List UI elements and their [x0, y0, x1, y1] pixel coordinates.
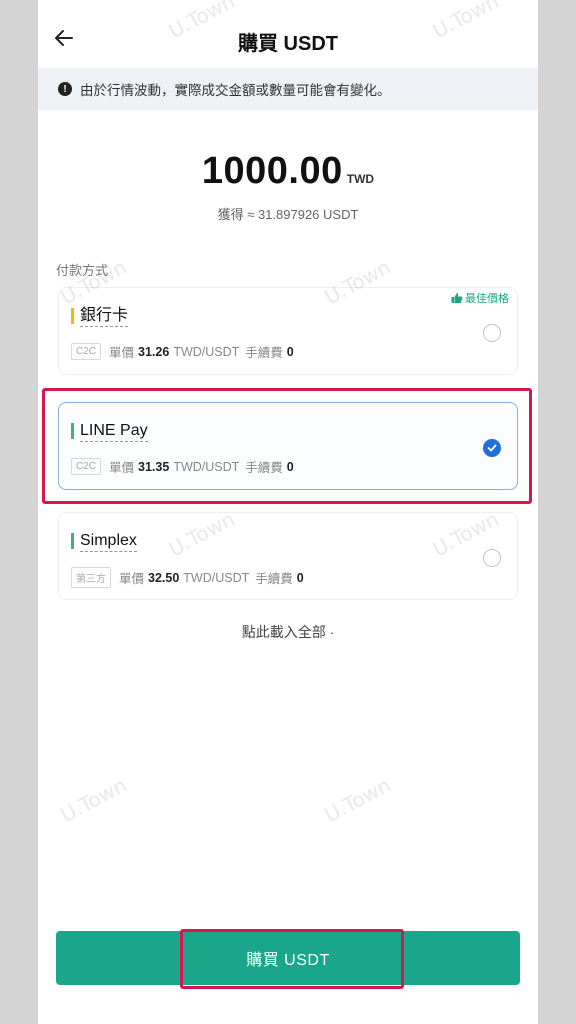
- price-unit: TWD/USDT: [173, 344, 240, 359]
- method-name: LINE Pay: [71, 422, 148, 442]
- method-meta: C2C 單價 31.35 TWD/USDT 手續費 0: [71, 457, 298, 476]
- header: 購買 USDT: [38, 0, 538, 70]
- radio-unchecked[interactable]: [483, 324, 501, 342]
- thumbs-up-icon: [451, 293, 463, 303]
- load-all-link[interactable]: 點此載入全部 ·: [38, 622, 538, 642]
- amount-value: 1000.00: [201, 150, 343, 192]
- method-meta: C2C 單價 31.26 TWD/USDT 手續費 0: [71, 342, 298, 361]
- price-notice: ! 由於行情波動，實際成交金額或數量可能會有變化。: [38, 68, 538, 110]
- best-price-badge: 最佳價格: [451, 290, 509, 306]
- fee-label: 手續費: [255, 572, 293, 586]
- amount-currency: TWD: [346, 172, 375, 186]
- price-label: 單價: [109, 346, 135, 360]
- receive-estimate: 獲得 ≈ 31.897926 USDT: [217, 207, 359, 222]
- method-tag: C2C: [71, 458, 102, 475]
- radio-unchecked[interactable]: [483, 549, 501, 567]
- payment-method-bank-card[interactable]: 最佳價格 銀行卡 C2C 單價 31.26 TWD/USDT 手續費 0: [58, 287, 518, 375]
- price-label: 單價: [119, 572, 145, 586]
- fee-label: 手續費: [245, 346, 283, 360]
- watermark: U.Town: [56, 772, 131, 828]
- price-unit: TWD/USDT: [183, 570, 250, 585]
- watermark: U.Town: [320, 772, 395, 828]
- price-value: 31.26: [138, 344, 170, 359]
- price-unit: TWD/USDT: [173, 459, 240, 474]
- notice-text: 由於行情波動，實際成交金額或數量可能會有變化。: [80, 83, 391, 98]
- payment-section-label: 付款方式: [56, 263, 109, 278]
- method-name: Simplex: [71, 532, 137, 552]
- best-price-label: 最佳價格: [465, 293, 509, 305]
- buy-usdt-button[interactable]: 購買 USDT: [56, 931, 520, 985]
- method-tag: 第三方: [71, 567, 111, 588]
- fee-label: 手續費: [245, 461, 283, 475]
- price-label: 單價: [109, 461, 135, 475]
- price-value: 32.50: [148, 570, 180, 585]
- method-meta: 第三方 單價 32.50 TWD/USDT 手續費 0: [71, 567, 308, 588]
- radio-checked[interactable]: [483, 439, 501, 457]
- fee-value: 0: [296, 570, 304, 585]
- method-tag: C2C: [71, 343, 102, 360]
- amount-display: 1000.00 TWD: [38, 150, 538, 193]
- exclamation-icon: !: [58, 82, 72, 96]
- page-title: 購買 USDT: [238, 33, 338, 55]
- app-screen: 購買 USDT ! 由於行情波動，實際成交金額或數量可能會有變化。 1000.0…: [38, 0, 538, 1024]
- fee-value: 0: [286, 459, 294, 474]
- fee-value: 0: [286, 344, 294, 359]
- payment-method-line-pay[interactable]: LINE Pay C2C 單價 31.35 TWD/USDT 手續費 0: [58, 402, 518, 490]
- method-name: 銀行卡: [71, 307, 129, 327]
- payment-method-simplex[interactable]: Simplex 第三方 單價 32.50 TWD/USDT 手續費 0: [58, 512, 518, 600]
- check-icon: [487, 444, 497, 452]
- price-value: 31.35: [138, 459, 170, 474]
